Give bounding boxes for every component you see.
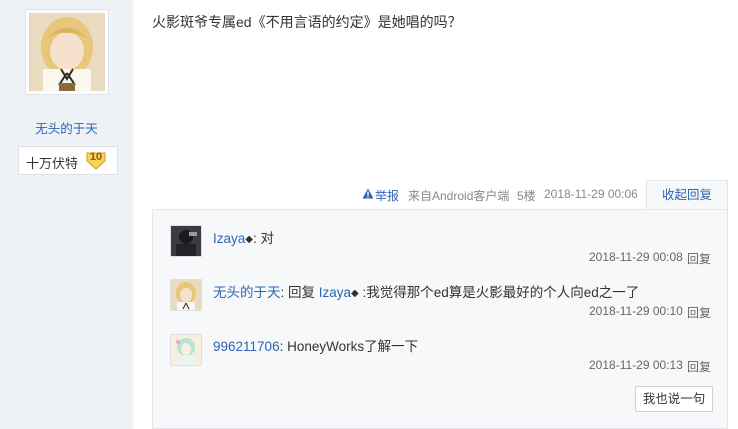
author-sidebar: 无头的于天 十万伏特 10 [0, 0, 133, 429]
post-source: 来自Android客户端 [408, 189, 510, 203]
author-level[interactable]: 十万伏特 10 [18, 146, 118, 175]
post-meta-bar: 举报 来自Android客户端 5楼 2018-11-29 00:06 收起回复 [0, 180, 738, 210]
reply-button[interactable]: 回复 [687, 304, 711, 321]
reply-panel: Izaya◆: 对 2018-11-29 00:08 回复 无头的于天: 回复 … [152, 209, 728, 429]
report-label: 举报 [375, 189, 400, 203]
reply-content: 无头的于天: 回复 Izaya◆ :我觉得那个ed算是火影最好的个人向ed之一了 [213, 281, 639, 301]
author-avatar[interactable] [25, 9, 109, 95]
reply-text: : HoneyWorks了解一下 [279, 339, 419, 354]
post-time: 2018-11-29 00:06 [544, 187, 638, 201]
reply-username[interactable]: 996211706 [213, 339, 280, 354]
add-comment-button[interactable]: 我也说一句 [635, 386, 713, 412]
reply-avatar[interactable] [170, 225, 202, 257]
report-warning-icon [362, 188, 374, 199]
author-name[interactable]: 无头的于天 [0, 118, 133, 137]
level-number: 10 [89, 151, 103, 163]
reply-avatar[interactable] [170, 279, 202, 311]
avatar-image [29, 13, 105, 91]
reply-avatar[interactable] [170, 334, 202, 366]
post-content: 火影斑爷专属ed《不用言语的约定》是她唱的吗？ [152, 14, 462, 30]
reply-username[interactable]: Izaya [213, 231, 245, 246]
collapse-replies-button[interactable]: 收起回复 [646, 180, 728, 210]
reply-text: : 对 [252, 231, 274, 246]
reply-button[interactable]: 回复 [687, 250, 711, 267]
vip-diamond-icon: ◆ [245, 234, 253, 245]
floor-number: 5楼 [517, 189, 536, 203]
reply-button[interactable]: 回复 [687, 358, 711, 375]
reply-content: Izaya◆: 对 [213, 227, 274, 247]
reply-time: 2018-11-29 00:10 [589, 304, 683, 318]
vip-diamond-icon: ◆ [351, 288, 359, 299]
reply-time: 2018-11-29 00:13 [589, 358, 683, 372]
reply-text: :我觉得那个ed算是火影最好的个人向ed之一了 [358, 285, 640, 300]
reply-prefix: : 回复 [280, 285, 319, 300]
report-link[interactable]: 举报 [362, 187, 399, 204]
reply-content: 996211706: HoneyWorks了解一下 [213, 335, 418, 355]
reply-username[interactable]: 无头的于天 [213, 285, 281, 300]
reply-time: 2018-11-29 00:08 [589, 250, 683, 264]
level-title: 十万伏特 [26, 156, 79, 171]
reply-to-username[interactable]: Izaya [319, 285, 351, 300]
